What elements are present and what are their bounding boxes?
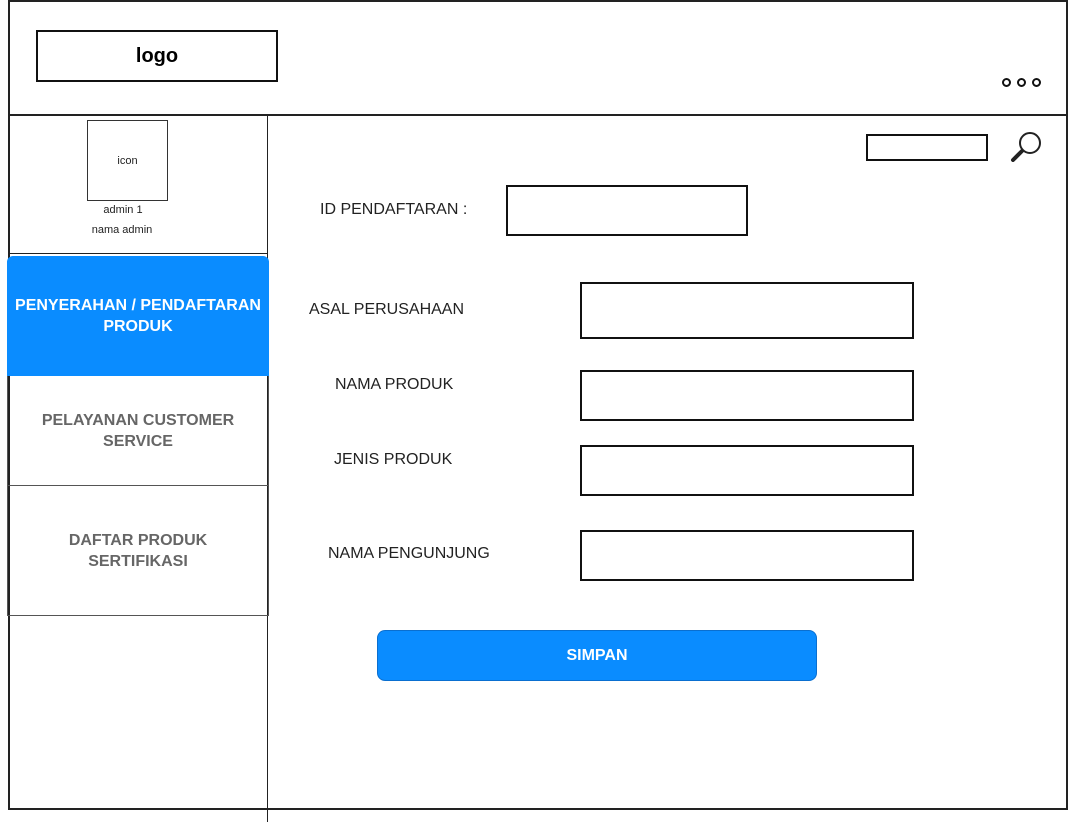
avatar: icon <box>87 120 168 201</box>
avatar-label: icon <box>117 154 138 167</box>
simpan-button[interactable]: SIMPAN <box>377 630 817 681</box>
logo: logo <box>36 30 278 82</box>
id-pendaftaran-label: ID PENDAFTARAN : <box>320 201 468 218</box>
search-icon[interactable] <box>1010 130 1044 162</box>
admin-name: nama admin <box>91 224 153 236</box>
jenis-produk-field[interactable] <box>580 445 914 496</box>
nama-produk-label: NAMA PRODUK <box>335 376 454 393</box>
sidebar-item-customer-service[interactable]: PELAYANAN CUSTOMER SERVICE <box>7 376 269 486</box>
sidebar-item-pendaftaran-produk[interactable]: PENYERAHAN / PENDAFTARAN PRODUK <box>7 256 269 376</box>
search-input[interactable] <box>866 134 988 161</box>
nama-produk-field[interactable] <box>580 370 914 421</box>
sidebar-item-daftar-produk[interactable]: DAFTAR PRODUK SERTIFIKASI <box>7 486 269 616</box>
asal-perusahaan-label: ASAL PERUSAHAAN <box>309 301 465 318</box>
dot <box>1002 78 1011 87</box>
header-divider <box>8 114 1068 116</box>
id-pendaftaran-field[interactable] <box>506 185 748 236</box>
sidebar-item-label: DAFTAR PRODUK SERTIFIKASI <box>68 531 208 570</box>
more-options-icon[interactable] <box>1002 78 1041 87</box>
jenis-produk-label: JENIS PRODUK <box>334 451 453 468</box>
sidebar-item-label: PENYERAHAN / PENDAFTARAN PRODUK <box>15 297 261 335</box>
nama-pengunjung-field[interactable] <box>580 530 914 581</box>
asal-perusahaan-field[interactable] <box>580 282 914 339</box>
admin-id: admin 1 <box>103 204 143 216</box>
dot <box>1017 78 1026 87</box>
nama-pengunjung-label: NAMA PENGUNJUNG <box>328 545 490 562</box>
profile-divider <box>8 253 268 254</box>
dot <box>1032 78 1041 87</box>
sidebar-item-label: PELAYANAN CUSTOMER SERVICE <box>41 411 235 450</box>
